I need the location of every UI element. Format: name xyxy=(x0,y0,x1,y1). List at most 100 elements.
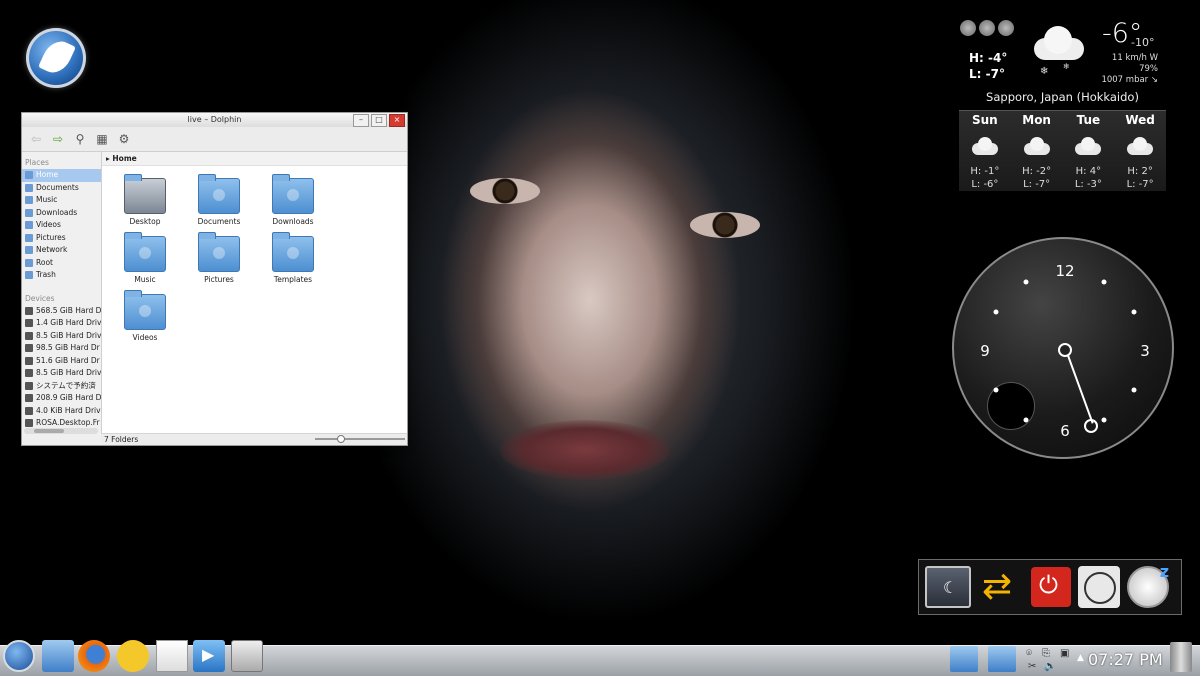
forecast-day: Sun H: -1° L: -6° xyxy=(959,111,1011,191)
sidebar-item-downloads[interactable]: Downloads xyxy=(22,207,101,220)
folder-item-pictures[interactable]: Pictures xyxy=(182,232,256,284)
forecast-high: H: -2° xyxy=(1022,166,1052,177)
sidebar-item-pictures[interactable]: Pictures xyxy=(22,232,101,245)
folder-item-downloads[interactable]: Downloads xyxy=(256,174,330,226)
forecast-low: L: -7° xyxy=(1023,179,1051,190)
forecast-high: H: -1° xyxy=(970,166,1000,177)
mail-icon[interactable] xyxy=(156,640,188,672)
sidebar-item-network[interactable]: Network xyxy=(22,244,101,257)
folder-icon xyxy=(198,174,240,214)
breadcrumb-home[interactable]: Home xyxy=(112,154,136,163)
clipboard-icon[interactable]: ⎘ xyxy=(1042,648,1050,659)
humidity: 79% xyxy=(1139,64,1158,74)
file-view: ▸ Home Desktop Documents Downloads Music Pic… xyxy=(102,152,407,435)
wallpaper-lips xyxy=(500,420,670,480)
trash-icon[interactable] xyxy=(1170,642,1192,672)
folder-item-videos[interactable]: Videos xyxy=(108,290,182,342)
scissors-icon[interactable]: ✂ xyxy=(1028,661,1036,672)
sidebar-item-music[interactable]: Music xyxy=(22,194,101,207)
device-item[interactable]: 4.0 KiB Hard Driv xyxy=(22,405,101,418)
sidebar-item-label: Pictures xyxy=(36,232,66,242)
maximize-button[interactable]: □ xyxy=(371,114,387,127)
device-item[interactable]: 8.5 GiB Hard Driv xyxy=(22,330,101,343)
clock-app-icon[interactable] xyxy=(1078,566,1120,608)
back-arrow-icon[interactable]: ⇦ xyxy=(28,132,44,146)
zoom-slider[interactable] xyxy=(315,435,405,443)
lock-screen-icon[interactable] xyxy=(925,566,971,608)
forecast-row: Sun H: -1° L: -6° Mon H: -2° L: -7° Tue H: 4° L:… xyxy=(959,110,1166,191)
device-item[interactable]: 1.4 GiB Hard Driv xyxy=(22,317,101,330)
current-high-low: H: -4° L: -7° xyxy=(969,50,1007,82)
sidebar-item-home[interactable]: Home xyxy=(22,169,101,182)
device-item[interactable]: 208.9 GiB Hard D xyxy=(22,392,101,405)
folder-label: Pictures xyxy=(204,275,234,284)
sidebar-item-videos[interactable]: Videos xyxy=(22,219,101,232)
clock-hour-dot xyxy=(1023,279,1029,285)
rosa-logo-icon[interactable] xyxy=(26,28,86,88)
power-icon[interactable] xyxy=(1031,567,1071,607)
sidebar-item-documents[interactable]: Documents xyxy=(22,182,101,195)
sidebar-item-label: Network xyxy=(36,245,68,254)
file-manager-icon[interactable] xyxy=(42,640,74,672)
window-body: Places Home Documents Music Downloads Videos… xyxy=(22,152,407,435)
folder-label: Documents xyxy=(197,217,241,226)
system-settings-icon[interactable] xyxy=(231,640,263,672)
window-titlebar[interactable]: live – Dolphin – □ × xyxy=(22,113,407,127)
chat-icon[interactable] xyxy=(117,640,149,672)
hard-drive-icon xyxy=(25,356,33,365)
sleep-icon[interactable] xyxy=(1127,562,1169,608)
application-menu-icon[interactable] xyxy=(3,640,35,672)
tray-folder-icon[interactable] xyxy=(950,646,978,672)
device-item[interactable]: システムで予約済 xyxy=(22,380,101,393)
pictures-icon xyxy=(25,233,33,242)
search-icon[interactable]: ⚲ xyxy=(72,132,88,146)
volume-icon[interactable]: 🔈 xyxy=(1044,661,1056,672)
tray-downloads-icon[interactable] xyxy=(988,646,1016,672)
device-notifier-icon[interactable]: ▣ xyxy=(1060,648,1069,659)
clock-hour-dot xyxy=(1101,279,1107,285)
tray-expand-icon[interactable]: ▲ xyxy=(1077,653,1084,663)
status-bar: 7 Folders xyxy=(101,433,407,445)
root-icon xyxy=(25,258,33,267)
device-item[interactable]: 51.6 GiB Hard Dr xyxy=(22,355,101,368)
network-icon[interactable]: ⌾ xyxy=(1026,648,1032,659)
device-item[interactable]: 568.5 GiB Hard D xyxy=(22,305,101,318)
wallpaper-eye-left xyxy=(470,178,540,204)
switch-user-icon[interactable] xyxy=(978,566,1024,608)
clock-center xyxy=(1058,343,1072,357)
media-player-icon[interactable] xyxy=(193,640,225,672)
sidebar-item-trash[interactable]: Trash xyxy=(22,269,101,282)
sidebar-item-label: Music xyxy=(36,195,58,204)
sidebar-item-label: Root xyxy=(36,257,53,267)
snow-icon xyxy=(1073,137,1103,159)
view-mode-icon[interactable]: ▦ xyxy=(94,132,110,146)
folder-item-documents[interactable]: Documents xyxy=(182,174,256,226)
sidebar-item-root[interactable]: Root xyxy=(22,257,101,270)
minute-hand xyxy=(1065,349,1094,424)
folder-item-templates[interactable]: Templates xyxy=(256,232,330,284)
info-icon[interactable] xyxy=(979,20,995,36)
device-item[interactable]: 98.5 GiB Hard Dr xyxy=(22,342,101,355)
devices-list: 568.5 GiB Hard D 1.4 GiB Hard Driv 8.5 GiB… xyxy=(22,305,101,430)
folder-item-desktop[interactable]: Desktop xyxy=(108,174,182,226)
status-text: 7 Folders xyxy=(104,435,139,444)
firefox-icon[interactable] xyxy=(78,640,110,672)
close-button[interactable]: × xyxy=(389,114,405,127)
forecast-high: H: 2° xyxy=(1127,166,1153,177)
snow-cloud-icon xyxy=(1030,24,1086,64)
wrench-icon[interactable] xyxy=(998,20,1014,36)
forward-arrow-icon[interactable]: ⇨ xyxy=(50,132,66,146)
current-high: H: -4° xyxy=(969,51,1008,65)
folder-icon xyxy=(124,174,166,214)
breadcrumb[interactable]: ▸ Home xyxy=(102,152,407,166)
device-label: 568.5 GiB Hard D xyxy=(36,305,101,315)
minimize-button[interactable]: – xyxy=(353,114,369,127)
places-scrollbar[interactable] xyxy=(24,428,98,434)
taskbar-clock[interactable]: 07:27 PM xyxy=(1088,650,1163,669)
folder-item-music[interactable]: Music xyxy=(108,232,182,284)
sun-icon[interactable] xyxy=(960,20,976,36)
device-item[interactable]: 8.5 GiB Hard Driv xyxy=(22,367,101,380)
hard-drive-icon xyxy=(25,369,33,378)
hard-drive-icon xyxy=(25,319,33,328)
settings-gear-icon[interactable]: ⚙ xyxy=(116,132,132,146)
